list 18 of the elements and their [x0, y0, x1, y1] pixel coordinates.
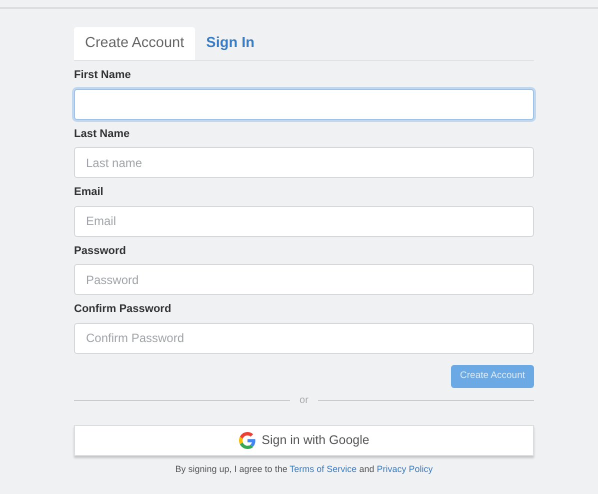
input-field[interactable] [74, 88, 534, 120]
field-label: Last Name [74, 126, 131, 142]
tab[interactable]: Sign In [195, 27, 266, 60]
input-field[interactable]: Last name [74, 147, 534, 178]
google-sign-in-button[interactable]: Sign in with Google [74, 424, 534, 456]
field-label: Confirm Password [74, 302, 172, 317]
input-field[interactable]: Email [74, 206, 534, 236]
privacy-policy-link[interactable]: Privacy Policy [376, 464, 433, 474]
tab[interactable]: Create Account [74, 27, 196, 60]
terms-text: By signing up, I agree to the Terms of Service and Privacy Policy [174, 462, 434, 476]
field-label: First Name [74, 68, 132, 83]
field-label: Email [74, 185, 104, 200]
field-label: Password [74, 244, 127, 258]
input-field[interactable]: Password [74, 264, 534, 295]
terms-of-service-link[interactable]: Terms of Service [290, 464, 357, 474]
g-logo-icon [238, 432, 256, 448]
input-field[interactable]: Confirm Password [74, 322, 534, 354]
divider-text: or [300, 394, 308, 408]
